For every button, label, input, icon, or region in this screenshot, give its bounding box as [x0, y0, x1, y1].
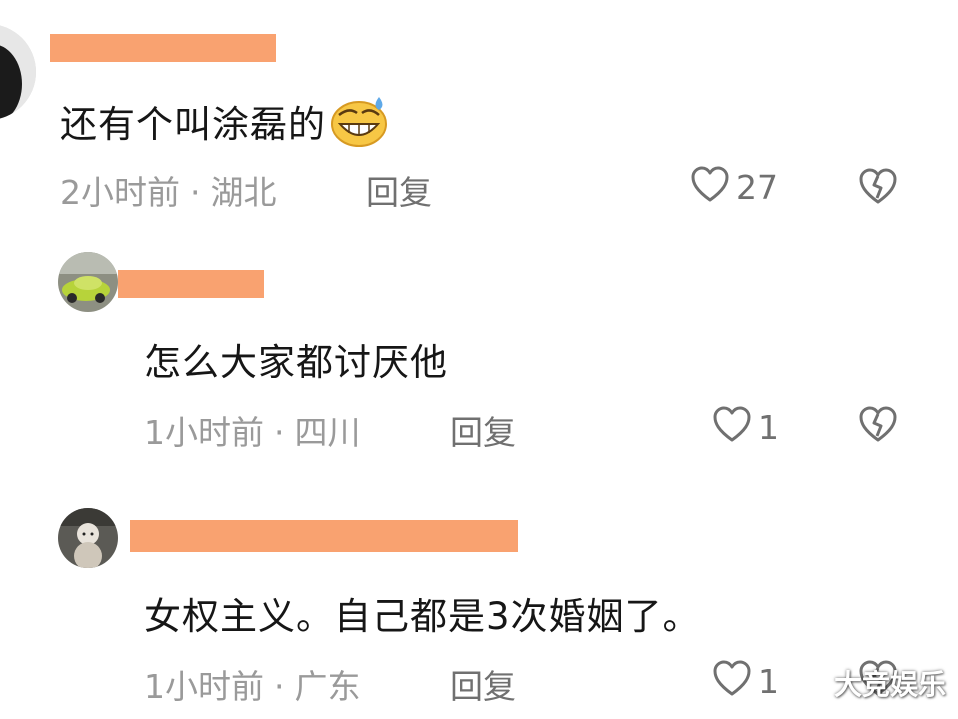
location: 四川	[294, 413, 361, 452]
redacted-username	[130, 520, 518, 552]
timestamp: 1小时前	[144, 667, 264, 706]
dislike-button[interactable]	[858, 168, 898, 210]
comment-text-body: 还有个叫涂磊的	[60, 103, 326, 146]
broken-heart-icon	[858, 406, 898, 448]
heart-outline-icon	[712, 406, 752, 448]
separator: ·	[274, 413, 285, 452]
comment-text: 还有个叫涂磊的	[60, 94, 388, 156]
redacted-username	[118, 270, 264, 298]
like-count: 1	[758, 407, 779, 447]
grinning-sweat-emoji-icon	[330, 97, 388, 156]
comment-item: 怎么大家都讨厌他 1小时前 · 四川 回复 1	[0, 240, 958, 490]
heart-outline-icon	[690, 166, 730, 208]
location: 湖北	[210, 173, 277, 212]
timestamp: 1小时前	[144, 413, 264, 452]
broken-heart-icon	[858, 168, 898, 210]
location: 广东	[294, 667, 361, 706]
comment-meta: 1小时前 · 广东	[144, 660, 361, 708]
comment-meta: 1小时前 · 四川	[144, 406, 361, 454]
redacted-username	[50, 34, 276, 62]
heart-outline-icon	[712, 660, 752, 702]
avatar[interactable]	[58, 252, 118, 312]
timestamp: 2小时前	[60, 173, 180, 212]
like-button[interactable]: 1	[712, 406, 779, 448]
like-button[interactable]: 27	[690, 166, 778, 208]
dislike-button[interactable]	[858, 406, 898, 448]
avatar[interactable]	[0, 24, 36, 120]
separator: ·	[190, 173, 201, 212]
like-button[interactable]: 1	[712, 660, 779, 702]
reply-button[interactable]: 回复	[450, 406, 516, 454]
like-count: 1	[758, 661, 779, 701]
reply-button[interactable]: 回复	[450, 660, 516, 708]
reply-button[interactable]: 回复	[366, 166, 432, 214]
separator: ·	[274, 667, 285, 706]
comment-item: 还有个叫涂磊的 2小时前 · 湖北 回复 27	[0, 0, 958, 240]
comment-meta: 2小时前 · 湖北	[60, 166, 277, 214]
like-count: 27	[736, 167, 778, 207]
watermark: 大竞娱乐	[833, 668, 946, 701]
comment-text: 怎么大家都讨厌他	[144, 341, 448, 384]
comment-text: 女权主义。自己都是3次婚姻了。	[144, 595, 701, 638]
avatar[interactable]	[58, 508, 118, 568]
comment-item: 女权主义。自己都是3次婚姻了。 1小时前 · 广东 回复 1	[0, 490, 958, 719]
